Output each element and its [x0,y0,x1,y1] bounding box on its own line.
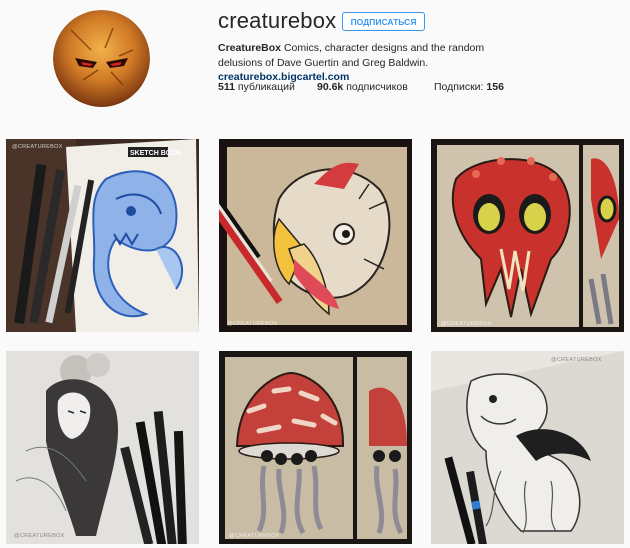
followers-stat[interactable]: 90.6k подписчиков [317,81,408,93]
profile-bio: CreatureBox Comics, character designs an… [218,41,508,85]
bio-full-name: CreatureBox [218,42,282,54]
post-thumbnail-1[interactable]: SKETCH BOOK @CREATUREBOX [6,139,199,332]
red-creature-image [431,139,624,332]
following-stat[interactable]: Подписки: 156 [434,81,504,93]
post-thumbnail-6[interactable]: @CREATUREBOX [431,351,624,544]
post-thumbnail-4[interactable]: @CREATUREBOX [6,351,199,544]
following-label: Подписки: [434,81,487,93]
post-watermark: @CREATUREBOX [227,321,278,327]
profile-username: creaturebox [218,8,337,33]
post-watermark: @CREATUREBOX [551,357,602,363]
mushroom-creature-image [219,351,412,544]
post-thumbnail-3[interactable]: @CREATUREBOX [431,139,624,332]
post-watermark: @CREATUREBOX [14,533,65,539]
hunched-creature-image [431,351,624,544]
posts-count: 511 [218,81,235,93]
post-watermark: @CREATUREBOX [229,533,280,539]
beaked-creature-image [219,139,412,332]
profile-avatar [53,10,150,107]
posts-label: публикаций [234,81,295,93]
posts-count-stat: 511 публикаций [218,81,295,93]
girl-sketch-image [6,351,199,544]
sketchbook-blue-creature-image: SKETCH BOOK [6,139,199,332]
post-watermark: @CREATUREBOX [12,144,63,150]
following-count: 156 [486,81,504,93]
follow-button[interactable]: ПОДПИСАТЬСЯ [342,12,425,31]
sketchbook-label: SKETCH BOOK [130,150,182,157]
post-thumbnail-2[interactable]: @CREATUREBOX [219,139,412,332]
post-thumbnail-5[interactable]: @CREATUREBOX [219,351,412,544]
followers-label: подписчиков [343,81,408,93]
followers-count: 90.6k [317,81,344,93]
post-watermark: @CREATUREBOX [441,321,492,327]
